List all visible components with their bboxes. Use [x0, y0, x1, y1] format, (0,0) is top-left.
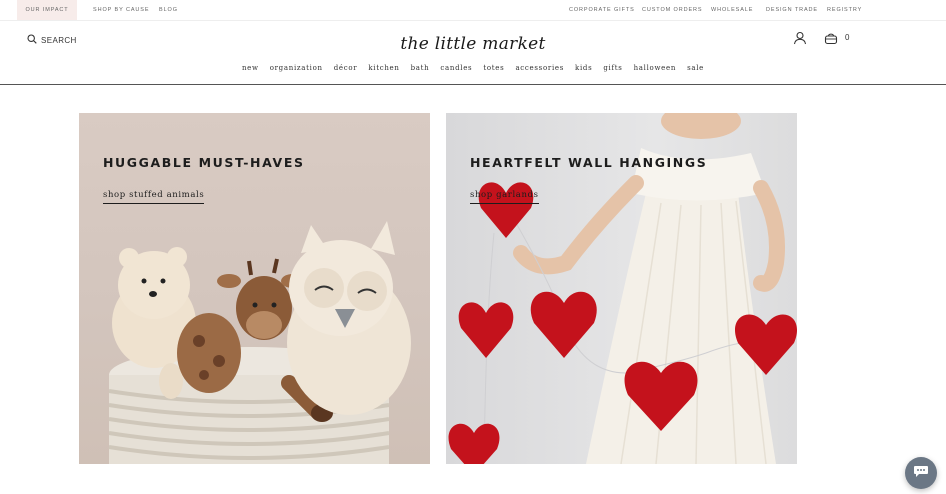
nav-item-gifts[interactable]: gifts	[603, 64, 622, 72]
chat-button[interactable]	[905, 457, 937, 489]
account-icon[interactable]	[793, 31, 807, 50]
nav-item-bath[interactable]: bath	[411, 64, 430, 72]
utility-bar: OUR IMPACT SHOP BY CAUSE BLOG CORPORATE …	[0, 0, 946, 20]
nav-item-organization[interactable]: organization	[270, 64, 323, 72]
nav-item-kitchen[interactable]: kitchen	[368, 64, 399, 72]
nav-item-halloween[interactable]: halloween	[634, 64, 676, 72]
promo-tile-garlands[interactable]: HEARTFELT WALL HANGINGS shop garlands	[446, 113, 797, 464]
our-impact-link[interactable]: OUR IMPACT	[17, 0, 77, 20]
nav-item-totes[interactable]: totes	[483, 64, 504, 72]
main-nav: new organization décor kitchen bath cand…	[0, 64, 946, 72]
shop-garlands-link[interactable]: shop garlands	[470, 190, 539, 204]
topbar-divider	[0, 20, 946, 21]
wholesale-link[interactable]: WHOLESALE	[711, 0, 753, 20]
cart-icon[interactable]	[824, 31, 838, 50]
cart-count: 0	[845, 33, 850, 42]
nav-item-new[interactable]: new	[242, 64, 259, 72]
blog-link[interactable]: BLOG	[159, 0, 178, 20]
promo-heading: HUGGABLE MUST-HAVES	[103, 155, 305, 170]
shop-by-cause-link[interactable]: SHOP BY CAUSE	[93, 0, 149, 20]
promo-tile-stuffed-animals[interactable]: HUGGABLE MUST-HAVES shop stuffed animals	[79, 113, 430, 464]
nav-item-candles[interactable]: candles	[440, 64, 472, 72]
nav-item-sale[interactable]: sale	[687, 64, 704, 72]
custom-orders-link[interactable]: CUSTOM ORDERS	[642, 0, 703, 20]
shop-stuffed-animals-link[interactable]: shop stuffed animals	[103, 190, 205, 204]
nav-item-kids[interactable]: kids	[575, 64, 592, 72]
registry-link[interactable]: REGISTRY	[827, 0, 862, 20]
corporate-gifts-link[interactable]: CORPORATE GIFTS	[569, 0, 635, 20]
nav-item-accessories[interactable]: accessories	[515, 64, 564, 72]
design-trade-link[interactable]: DESIGN TRADE	[766, 0, 818, 20]
header-divider	[0, 84, 946, 85]
promo-heading: HEARTFELT WALL HANGINGS	[470, 155, 708, 170]
chat-icon	[913, 464, 929, 483]
nav-item-decor[interactable]: décor	[334, 64, 358, 72]
